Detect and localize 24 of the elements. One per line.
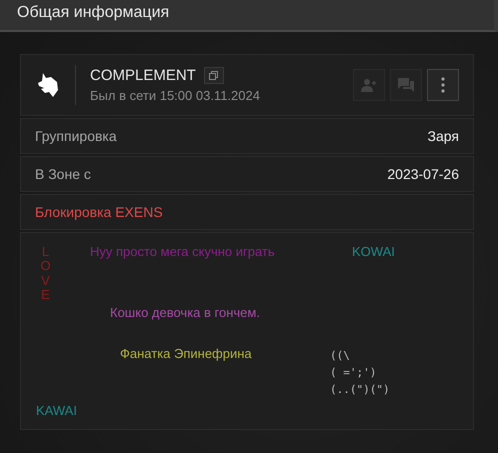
bio-text: Кошко девочка в гончем.: [110, 305, 260, 320]
bio-text: KAWAI: [36, 403, 77, 418]
bio-text: LOVE: [39, 245, 52, 302]
ascii-art-line: ((\: [330, 348, 351, 364]
bio-text: Нуу просто мега скучно играть: [90, 244, 275, 259]
copy-icon: [209, 71, 218, 80]
field-value: 2023-07-26: [387, 166, 459, 182]
add-user-icon: [361, 78, 377, 92]
copy-button[interactable]: [204, 67, 224, 84]
more-button[interactable]: [427, 69, 459, 101]
last-seen: Был в сети 15:00 03.11.2024: [90, 88, 261, 103]
bio-text: KOWAI: [352, 244, 395, 259]
section-title: Общая информация: [17, 4, 170, 22]
chat-icon: [398, 78, 414, 92]
player-name: COMPLEMENT: [90, 67, 196, 84]
wolf-icon: [37, 72, 59, 98]
more-icon: [441, 77, 445, 93]
field-label: В Зоне с: [35, 166, 91, 182]
ascii-art-line: (..(")("): [330, 382, 390, 398]
bio-text: Фанатка Эпинефрина: [120, 346, 252, 361]
ascii-art-line: ( =';'): [330, 365, 378, 381]
ban-status: Блокировка EXENS: [35, 204, 163, 220]
field-value: Заря: [428, 128, 459, 144]
field-label: Группировка: [35, 128, 117, 144]
